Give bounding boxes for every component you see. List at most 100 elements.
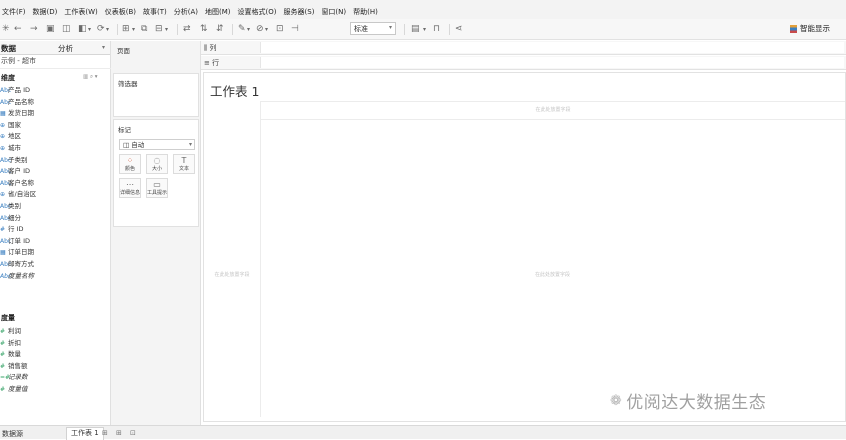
field-type-icon: ⊕ [0,121,6,129]
pause-updates-icon[interactable]: ◧ [78,23,87,35]
dimension-field[interactable]: ⊕ 城市 [0,142,110,153]
measure-field[interactable]: # 折扣 [0,337,110,348]
mark-type-select[interactable]: ◫ 自动 ▾ [119,139,195,150]
chevron-down-icon[interactable]: ▾ [165,23,168,35]
menu-file[interactable]: 文件(F) [2,7,26,17]
label-mark-button[interactable]: T 文本 [173,154,195,174]
field-name: 数量 [8,350,21,359]
menu-analysis[interactable]: 分析(A) [174,7,198,17]
new-worksheet-icon[interactable]: ⊞ [122,23,130,35]
chevron-down-icon[interactable]: ▾ [132,23,135,35]
share-icon[interactable]: ⋖ [455,23,463,35]
new-datasource-icon[interactable]: ◫ [62,23,71,35]
dimension-field[interactable]: Abc度量名称 [0,270,110,281]
dimension-field[interactable]: Abc客户 ID [0,165,110,176]
menu-map[interactable]: 地图(M) [205,7,231,17]
measure-field[interactable]: # 销售额 [0,360,110,371]
tab-datasource[interactable]: 数据源 [2,429,23,439]
detail-mark-button[interactable]: ⋯ 详细信息 [119,178,141,198]
filters-card[interactable]: 筛选器 [113,73,199,117]
dimension-field[interactable]: Abc产品 ID [0,84,110,95]
swap-rows-columns-icon[interactable]: ⇄ [183,23,191,35]
duplicate-sheet-icon[interactable]: ⧉ [141,23,147,35]
menu-window[interactable]: 窗口(N) [321,7,346,17]
field-type-icon: Abc [0,87,12,94]
new-dashboard-tab-icon[interactable]: ⊞ [116,429,122,437]
chevron-down-icon[interactable]: ▾ [247,23,250,35]
dimension-field[interactable]: Abc类别 [0,200,110,211]
clear-sheet-icon[interactable]: ⊟ [155,23,163,35]
columns-drop-area[interactable] [260,42,844,53]
size-mark-button[interactable]: ◌ 大小 [146,154,168,174]
menu-help[interactable]: 帮助(H) [353,7,378,17]
fit-select[interactable]: 标准 ▾ [350,22,396,35]
presentation-mode-icon[interactable]: ⊓ [433,23,440,35]
dimension-field[interactable]: # 行 ID [0,223,110,234]
measure-field[interactable]: =#记录数 [0,371,110,382]
menu-format[interactable]: 设置格式(O) [238,7,277,17]
field-type-icon: ▦ [0,249,6,257]
highlight-icon[interactable]: ✎ [238,23,246,35]
group-members-icon[interactable]: ⊘ [256,23,264,35]
field-name: 地区 [8,132,21,141]
row-drop-zone[interactable]: 在此处放置字段 [204,119,261,417]
dimension-field[interactable]: ▦ 订单日期 [0,246,110,257]
marks-card: 标记 ◫ 自动 ▾ ⁘ 颜色 ◌ 大小 T 文本 ⋯ 详细信息 ▭ 工具提示 [113,119,199,227]
dimension-field[interactable]: Abc邮寄方式 [0,258,110,269]
fix-axes-icon[interactable]: ⊣ [291,23,299,35]
tooltip-mark-button[interactable]: ▭ 工具提示 [146,178,168,198]
menu-story[interactable]: 故事(T) [143,7,167,17]
field-name: 城市 [8,144,21,152]
new-worksheet-tab-icon[interactable]: ⊞ [102,429,108,437]
menu-server[interactable]: 服务器(S) [284,7,315,17]
dimension-field[interactable]: Abc细分 [0,212,110,223]
color-mark-button[interactable]: ⁘ 颜色 [119,154,141,174]
dimension-field[interactable]: ▦ 发货日期 [0,107,110,118]
rows-drop-area[interactable] [260,57,844,68]
pages-card[interactable]: 页面 [113,41,199,71]
tab-sheet-1[interactable]: 工作表 1 [66,427,104,440]
back-arrow-icon[interactable]: ← [14,23,22,35]
measure-field[interactable]: # 度量值 [0,383,110,394]
tab-analytics[interactable]: 分析 [58,43,73,54]
sheet-title[interactable]: 工作表 1 [210,81,259,100]
dimension-tools-icon[interactable]: ▥ ⌕ ▾ [83,74,98,81]
menu-data[interactable]: 数据(D) [33,7,58,17]
chevron-down-icon[interactable]: ▾ [106,23,109,35]
field-name: 订单日期 [8,248,34,257]
chevron-down-icon[interactable]: ▾ [102,44,105,51]
tableau-logo-icon[interactable]: ✳ [2,23,10,35]
dimension-field[interactable]: ⊕ 地区 [0,130,110,141]
save-icon[interactable]: ▣ [46,23,55,35]
chevron-down-icon[interactable]: ▾ [423,23,426,35]
column-drop-zone[interactable]: 在此处放置字段 [260,101,845,120]
dimension-field[interactable]: Abc产品名称 [0,96,110,107]
data-source-item[interactable]: 示例 - 超市 [0,55,111,69]
view-drop-zone[interactable]: 在此处放置字段 [260,119,845,417]
rows-shelf-label: ≡ 行 [204,59,220,67]
tab-data[interactable]: 数据 [1,43,16,54]
columns-shelf[interactable]: ⫼ 列 [201,41,846,55]
new-story-tab-icon[interactable]: ⊡ [130,429,136,437]
forward-arrow-icon[interactable]: → [30,23,38,35]
measure-field[interactable]: # 利润 [0,325,110,336]
dimension-field[interactable]: Abc子类别 [0,154,110,165]
sort-descending-icon[interactable]: ⇵ [216,23,224,35]
dimension-field[interactable]: ⊕ 省/自治区 [0,188,110,199]
show-me-button[interactable]: 智能显示 [790,23,830,34]
menu-worksheet[interactable]: 工作表(W) [64,7,97,17]
sort-ascending-icon[interactable]: ⇅ [200,23,208,35]
chevron-down-icon[interactable]: ▾ [88,23,91,35]
toolbar: ✳ ← → ▣ ◫ ◧ ▾ ⟳ ▾ ⊞ ▾ ⧉ ⊟ ▾ ⇄ ⇅ ⇵ ✎ ▾ ⊘ … [0,19,846,40]
chevron-down-icon[interactable]: ▾ [265,23,268,35]
dimension-field[interactable]: Abc客户名称 [0,177,110,188]
rows-shelf[interactable]: ≡ 行 [201,56,846,70]
refresh-icon[interactable]: ⟳ [97,23,105,35]
field-name: 度量名称 [8,271,34,280]
dimension-field[interactable]: ⊕ 国家 [0,119,110,130]
measure-field[interactable]: # 数量 [0,348,110,359]
dimension-field[interactable]: Abc订单 ID [0,235,110,246]
show-mark-labels-icon[interactable]: ⊡ [276,23,284,35]
show-cards-icon[interactable]: ▤ [411,23,420,35]
menu-dashboard[interactable]: 仪表板(B) [105,7,136,17]
